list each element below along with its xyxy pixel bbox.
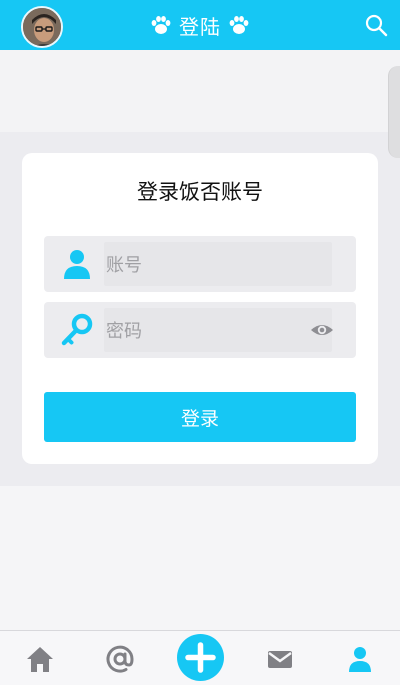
user-icon <box>64 250 90 279</box>
search-icon[interactable] <box>364 13 388 37</box>
page-title: 登陆 <box>179 14 221 39</box>
compose-button[interactable] <box>177 634 224 681</box>
eye-icon[interactable] <box>310 319 334 341</box>
login-button[interactable]: 登录 <box>44 392 356 442</box>
home-icon[interactable] <box>25 644 55 674</box>
paw-icon <box>151 16 171 34</box>
mail-icon[interactable] <box>265 644 295 674</box>
add-icon <box>185 642 216 673</box>
password-field[interactable]: 密码 <box>44 302 356 358</box>
login-heading: 登录饭否账号 <box>137 180 263 204</box>
account-field[interactable]: 账号 <box>44 236 356 292</box>
side-drawer-handle[interactable] <box>388 66 400 158</box>
key-icon <box>61 313 93 346</box>
header-spacer <box>0 50 400 132</box>
title-group: 登陆 <box>0 0 400 50</box>
at-icon[interactable] <box>105 644 135 674</box>
profile-icon[interactable] <box>345 644 375 674</box>
paw-icon <box>229 16 249 34</box>
account-placeholder: 账号 <box>106 255 142 276</box>
password-placeholder: 密码 <box>106 321 142 342</box>
